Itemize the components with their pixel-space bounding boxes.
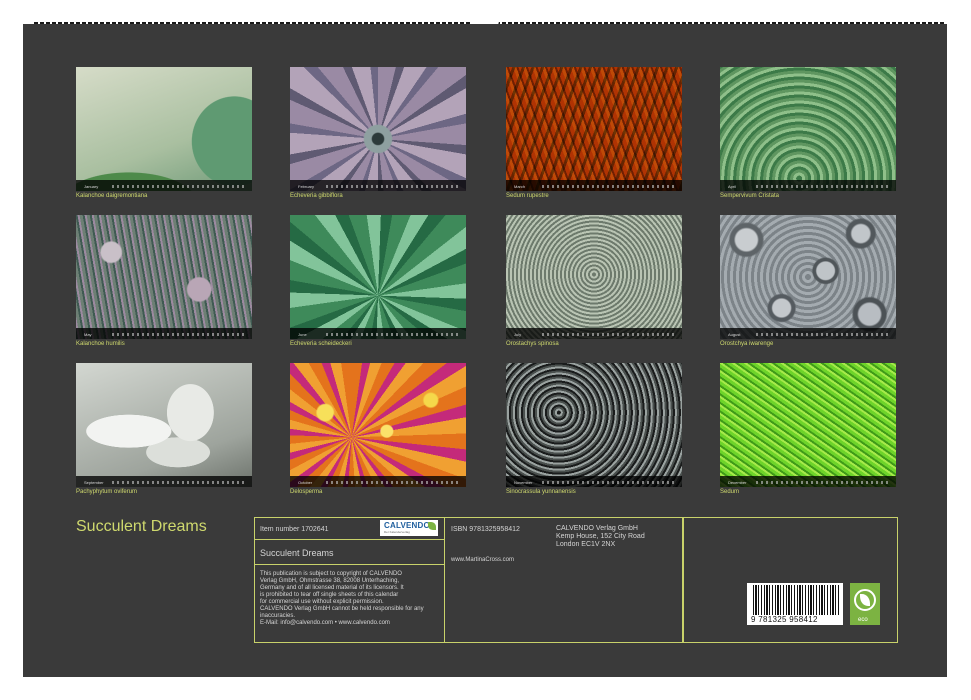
month-photo-february: February <box>290 67 466 191</box>
month-photo-september: September <box>76 363 252 487</box>
month-label: June <box>298 332 307 337</box>
isbn: ISBN 9781325958412 <box>451 526 520 533</box>
day-grid <box>112 185 246 188</box>
day-grid <box>756 481 890 484</box>
logo-tagline: Der Kalenderverlag <box>384 530 410 534</box>
day-grid <box>542 185 676 188</box>
month-label: January <box>84 184 99 189</box>
calendar-strip: January <box>76 180 252 191</box>
copyright-line: E-Mail: info@calvendo.com • www.calvendo… <box>260 620 390 626</box>
publisher-line: London EC1V 2NX <box>556 541 616 548</box>
month-photo-november: November <box>506 363 682 487</box>
eco-badge: eco <box>850 583 880 625</box>
divider <box>254 564 444 565</box>
calendar-strip: May <box>76 328 252 339</box>
month-label: April <box>728 184 737 189</box>
day-grid <box>112 333 246 336</box>
calendar-strip: July <box>506 328 682 339</box>
month-label: August <box>728 332 741 337</box>
month-label: December <box>728 480 747 485</box>
calendar-strip: February <box>290 180 466 191</box>
month-label: March <box>514 184 526 189</box>
day-grid <box>756 185 890 188</box>
calendar-title: Succulent Dreams <box>76 518 207 535</box>
day-grid <box>542 481 676 484</box>
calendar-strip: December <box>720 476 896 487</box>
publisher-line: CALVENDO Verlag GmbH <box>556 525 638 532</box>
month-photo-january: January <box>76 67 252 191</box>
photo-caption: Pachyphytum oviferum <box>76 489 138 495</box>
copyright-line: This publication is subject to copyright… <box>260 571 402 577</box>
photo-caption: Orostchya iwarenge <box>720 341 774 347</box>
calendar-strip: April <box>720 180 896 191</box>
isbn-barcode: 9 781325 958412 <box>747 583 843 625</box>
day-grid <box>326 185 460 188</box>
month-photo-august: August <box>720 215 896 339</box>
month-photo-april: April <box>720 67 896 191</box>
copyright-line: inaccuracies. <box>260 613 296 619</box>
day-grid <box>542 333 676 336</box>
photo-caption: Sempervivum Cristata <box>720 193 780 199</box>
day-grid <box>756 333 890 336</box>
eco-label: eco <box>858 617 868 623</box>
photo-caption: Orostachys spinosa <box>506 341 559 347</box>
month-label: November <box>514 480 533 485</box>
copyright-line: Germany and of all licensed material of … <box>260 585 404 591</box>
month-photo-october: October <box>290 363 466 487</box>
copyright-line: Verlag GmbH, Ohmstrasse 38, 82008 Unterh… <box>260 578 400 584</box>
calendar-strip: August <box>720 328 896 339</box>
photo-caption: Sedum rupestre <box>506 193 549 199</box>
calendar-back-cover: { "calendar": { "months": [ {"month": "J… <box>0 0 971 700</box>
calvendo-logo: CALVENDO Der Kalenderverlag <box>380 520 438 536</box>
calendar-strip: September <box>76 476 252 487</box>
publisher-line: Kemp House, 152 City Road <box>556 533 645 540</box>
month-photo-july: July <box>506 215 682 339</box>
author-website[interactable]: www.MartinaCross.com <box>451 556 514 564</box>
photo-caption: Kalanchoe daigremontiana <box>76 193 148 199</box>
photo-caption: Kalanchoe humilis <box>76 341 125 347</box>
month-photo-march: March <box>506 67 682 191</box>
day-grid <box>326 481 460 484</box>
calendar-strip: June <box>290 328 466 339</box>
photo-caption: Sedum <box>720 489 740 495</box>
logo-text: CALVENDO <box>384 521 430 530</box>
day-grid <box>326 333 460 336</box>
month-photo-december: December <box>720 363 896 487</box>
calendar-strip: October <box>290 476 466 487</box>
month-label: October <box>298 480 313 485</box>
photo-caption: Echeveria scheideckeri <box>290 341 352 347</box>
copyright-line: is prohibited to tear off single sheets … <box>260 592 399 598</box>
divider <box>254 539 444 540</box>
month-label: July <box>514 332 522 337</box>
copyright-line: CALVENDO Verlag GmbH cannot be held resp… <box>260 606 424 612</box>
leaf-icon <box>428 522 436 530</box>
calendar-strip: March <box>506 180 682 191</box>
month-photo-may: May <box>76 215 252 339</box>
photo-caption: Sinocrassula yunnanensis <box>506 489 576 495</box>
item-number: Item number 1702641 <box>260 526 329 533</box>
photo-caption: Echeveria gibbiflora <box>290 193 343 199</box>
product-title: Succulent Dreams <box>260 548 334 558</box>
month-label: September <box>84 480 104 485</box>
calendar-strip: November <box>506 476 682 487</box>
photo-caption: Delosperma <box>290 489 323 495</box>
barcode-digits: 9 781325 958412 <box>751 615 818 624</box>
month-photo-june: June <box>290 215 466 339</box>
barcode-bars <box>753 585 839 615</box>
day-grid <box>112 481 246 484</box>
month-label: February <box>298 184 315 189</box>
month-label: May <box>84 332 92 337</box>
copyright-line: for commercial use without explicit perm… <box>260 599 384 605</box>
